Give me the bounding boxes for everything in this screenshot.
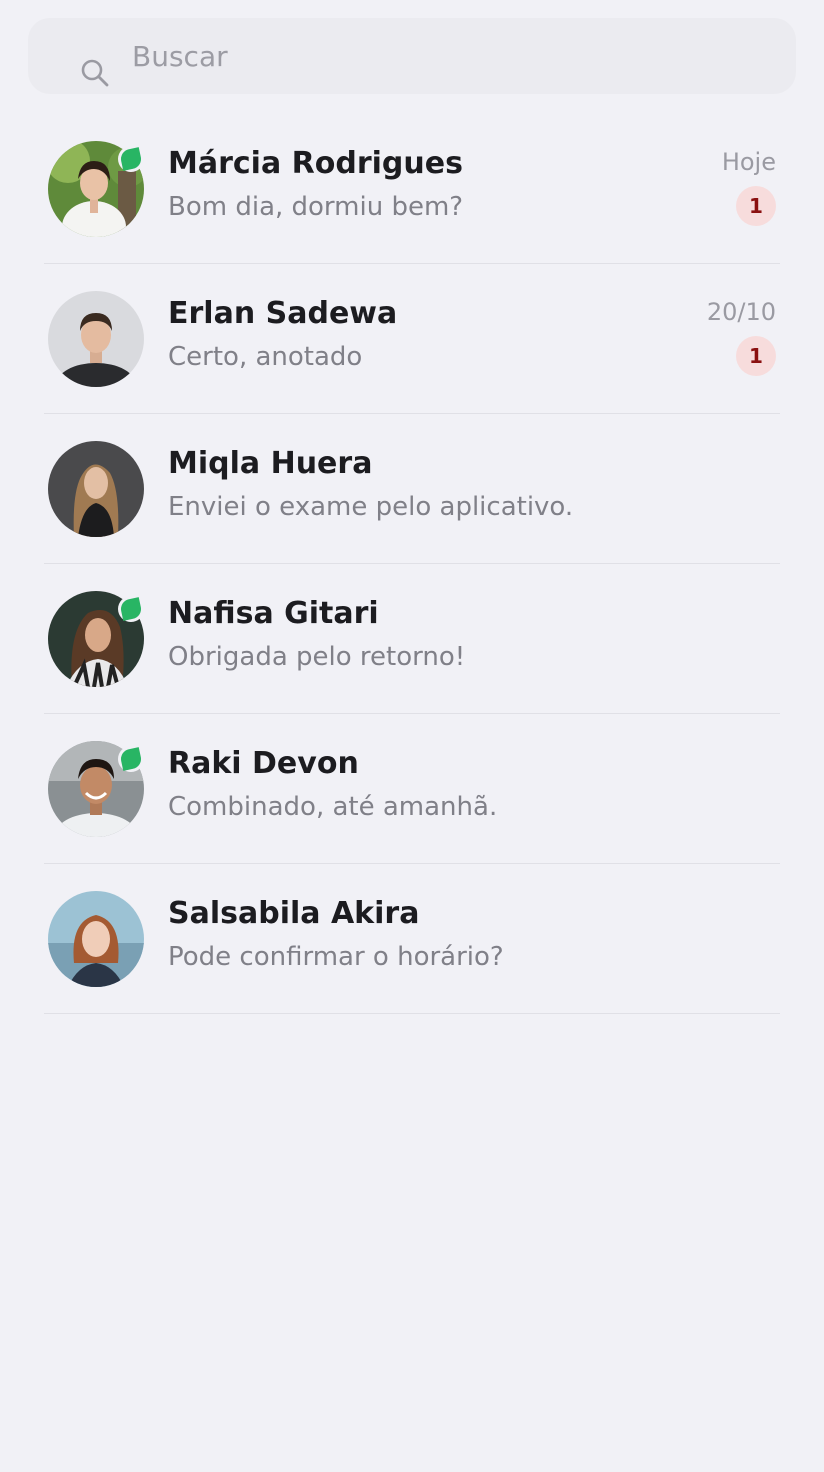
contact-name: Raki Devon — [168, 746, 359, 781]
last-message: Enviei o exame pelo aplicativo. — [168, 492, 574, 522]
conversation-item[interactable]: Nafisa Gitari Obrigada pelo retorno! — [44, 564, 780, 714]
contact-name: Erlan Sadewa — [168, 296, 398, 331]
unread-badge: 1 — [736, 186, 776, 226]
conversation-item[interactable]: Miqla Huera Enviei o exame pelo aplicati… — [44, 414, 780, 564]
search-input[interactable] — [132, 36, 732, 76]
conversation-item[interactable]: Erlan Sadewa Certo, anotado 20/10 1 — [44, 264, 780, 414]
search-icon — [81, 59, 109, 87]
last-message: Pode confirmar o horário? — [168, 942, 504, 972]
unread-badge: 1 — [736, 336, 776, 376]
contact-name: Márcia Rodrigues — [168, 146, 463, 181]
last-message: Certo, anotado — [168, 342, 363, 372]
avatar — [48, 891, 144, 987]
online-status-icon — [118, 146, 144, 172]
last-message: Obrigada pelo retorno! — [168, 642, 466, 672]
contact-name: Salsabila Akira — [168, 896, 420, 931]
contact-name: Miqla Huera — [168, 446, 373, 481]
contact-name: Nafisa Gitari — [168, 596, 379, 631]
avatar — [48, 441, 144, 537]
conversation-item[interactable]: Raki Devon Combinado, até amanhã. — [44, 714, 780, 864]
last-message: Combinado, até amanhã. — [168, 792, 498, 822]
conversation-item[interactable]: Márcia Rodrigues Bom dia, dormiu bem? Ho… — [44, 114, 780, 264]
search-bar[interactable] — [28, 18, 796, 94]
avatar — [48, 291, 144, 387]
message-date: 20/10 — [706, 298, 776, 326]
message-date: Hoje — [721, 148, 776, 176]
online-status-icon — [118, 746, 144, 772]
conversation-item[interactable]: Salsabila Akira Pode confirmar o horário… — [44, 864, 780, 1014]
conversation-list: Márcia Rodrigues Bom dia, dormiu bem? Ho… — [44, 114, 780, 1014]
online-status-icon — [118, 596, 144, 622]
last-message: Bom dia, dormiu bem? — [168, 192, 464, 222]
